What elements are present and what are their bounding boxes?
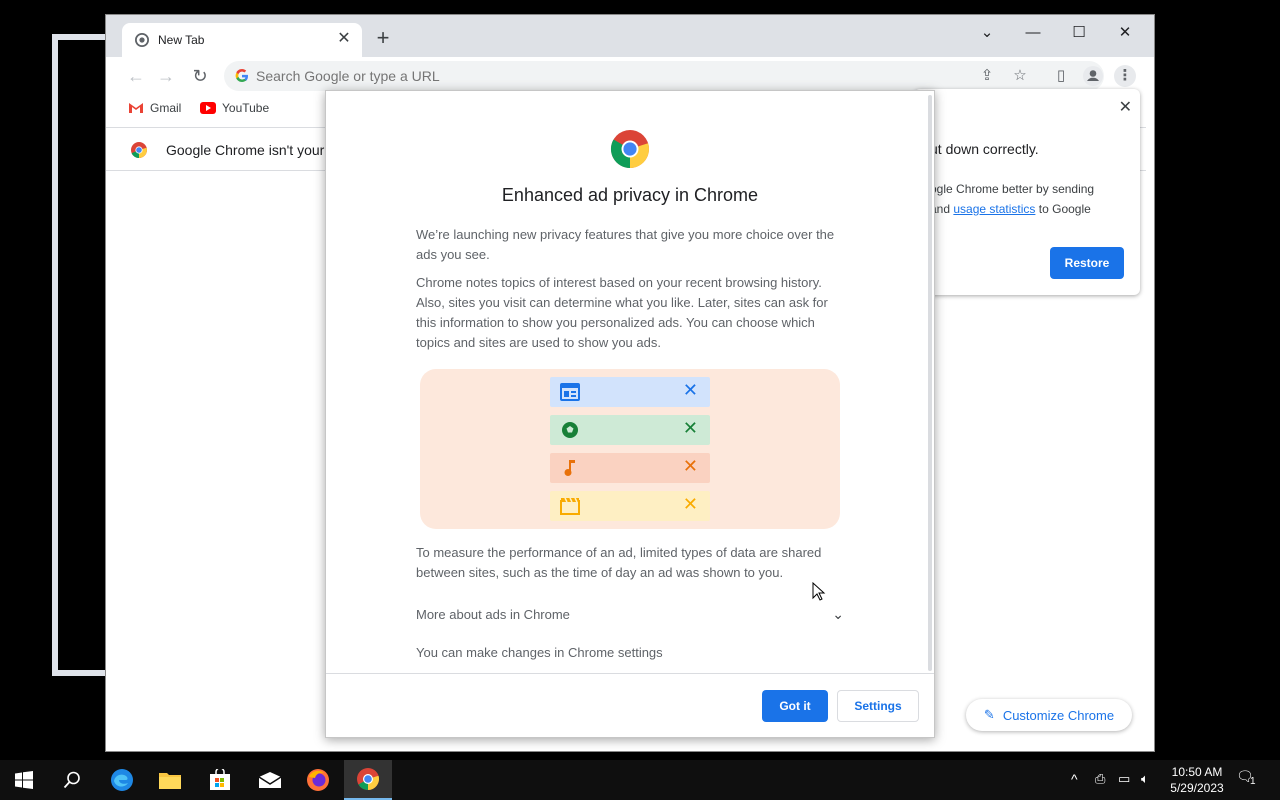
profile-icon[interactable] — [1082, 65, 1104, 87]
taskbar-edge[interactable] — [98, 760, 146, 800]
tab-new-tab[interactable]: New Tab ✕ — [122, 23, 362, 57]
tab-search-icon[interactable]: ⌄ — [964, 19, 1010, 47]
tray-chevron-up-icon[interactable]: ^ — [1071, 771, 1078, 787]
notification-count: 1 — [1250, 776, 1256, 787]
reload-icon[interactable]: ↻ — [188, 65, 212, 89]
tab-strip: New Tab ✕ + ⌄ — ☐ ✕ — [106, 15, 1154, 57]
ad-privacy-dialog: Enhanced ad privacy in Chrome We’re laun… — [325, 90, 935, 738]
remove-topic-icon[interactable]: ✕ — [683, 380, 698, 401]
clock-time: 10:50 AM — [1171, 765, 1223, 779]
got-it-button[interactable]: Got it — [762, 690, 828, 722]
menu-kebab-icon[interactable]: ⋮ — [1114, 65, 1136, 87]
tray-volume-muted-icon[interactable]: 🔈︎ — [1141, 771, 1149, 787]
taskbar-store[interactable] — [196, 760, 244, 800]
topic-row-music: ✕ — [550, 453, 710, 483]
dialog-title: Enhanced ad privacy in Chrome — [501, 185, 759, 205]
background-window[interactable] — [52, 34, 112, 676]
settings-note: You can make changes in Chrome settings — [416, 645, 663, 660]
desktop: New Tab ✕ + ⌄ — ☐ ✕ ← → ↻ ⇪ ☆ ▯ ⋮ — [0, 0, 1280, 760]
folder-icon — [159, 773, 181, 789]
close-window-icon[interactable]: ✕ — [1102, 19, 1148, 47]
restore-pages-bubble: ✕ ut down correctly. ogle Chrome better … — [914, 89, 1140, 295]
action-center-icon[interactable]: 🗨︎ 1 — [1236, 768, 1266, 792]
more-ads-label: More about ads in Chrome — [416, 606, 570, 622]
taskbar: ^ ⎙ ▭ 🔈︎ 10:50 AM 5/29/2023 🗨︎ 1 — [0, 760, 1280, 800]
dialog-paragraph: To measure the performance of an ad, lim… — [416, 545, 822, 580]
taskbar-file-explorer[interactable] — [146, 760, 194, 800]
dialog-paragraph: Chrome notes topics of interest based on… — [416, 275, 828, 350]
restore-body-line: ogle Chrome better by sending — [930, 182, 1095, 196]
bookmark-label: YouTube — [222, 101, 270, 115]
youtube-icon — [200, 102, 216, 114]
restore-body: ogle Chrome better by sending and usage … — [930, 179, 1120, 219]
system-clock[interactable]: 10:50 AM 5/29/2023 — [1162, 764, 1232, 796]
pencil-icon: ✎ — [983, 707, 995, 722]
bookmark-label: Gmail — [150, 101, 182, 115]
music-icon — [564, 460, 575, 476]
remove-topic-icon[interactable]: ✕ — [683, 418, 698, 439]
topic-row-sports: ✕ — [550, 415, 710, 445]
tray-device-icon[interactable]: ⎙ — [1095, 771, 1105, 787]
chrome-icon — [357, 768, 380, 790]
taskbar-chrome-active[interactable] — [344, 760, 392, 800]
topic-row-movies: ✕ — [550, 491, 710, 521]
store-icon — [210, 769, 230, 790]
forward-icon[interactable]: → — [154, 65, 178, 89]
dialog-footer: Got it Settings — [326, 673, 934, 737]
back-icon[interactable]: ← — [124, 65, 148, 89]
sports-icon — [562, 422, 578, 438]
bookmark-star-icon[interactable]: ☆ — [1009, 65, 1031, 87]
dialog-content: Enhanced ad privacy in Chrome We’re laun… — [326, 91, 934, 673]
mail-icon — [258, 772, 282, 788]
customize-chrome-button[interactable]: ✎ Customize Chrome — [966, 699, 1132, 731]
omnibox[interactable]: ⇪ ☆ — [224, 61, 1104, 91]
address-input[interactable] — [256, 61, 956, 91]
chrome-logo-icon — [131, 142, 147, 159]
chrome-logo-icon — [610, 130, 649, 169]
restore-title: ut down correctly. — [930, 141, 1039, 157]
close-icon[interactable]: ✕ — [1119, 97, 1132, 117]
tray-network-icon[interactable]: ▭ — [1118, 771, 1130, 787]
minimize-icon[interactable]: — — [1010, 19, 1056, 47]
customize-label: Customize Chrome — [1002, 707, 1115, 723]
side-panel-icon[interactable]: ▯ — [1050, 65, 1072, 87]
edge-icon — [111, 769, 133, 791]
windows-logo-icon — [15, 771, 33, 789]
search-icon — [63, 771, 80, 789]
news-icon — [560, 383, 580, 401]
search-button[interactable] — [48, 760, 96, 800]
infobar-text: Google Chrome isn't your de — [166, 142, 344, 158]
maximize-icon[interactable]: ☐ — [1056, 19, 1102, 47]
google-g-icon — [235, 69, 248, 82]
more-about-ads-expander[interactable]: More about ads in Chrome ⌄ — [416, 603, 844, 625]
chrome-favicon-icon — [135, 33, 149, 47]
remove-topic-icon[interactable]: ✕ — [683, 494, 698, 515]
remove-topic-icon[interactable]: ✕ — [683, 456, 698, 477]
mouse-cursor-icon — [812, 582, 826, 601]
dialog-paragraph: We’re launching new privacy features tha… — [416, 227, 835, 262]
gmail-icon — [129, 103, 143, 113]
tab-title: New Tab — [158, 33, 205, 47]
clock-date: 5/29/2023 — [1170, 781, 1224, 795]
usage-statistics-link[interactable]: usage statistics — [953, 202, 1035, 216]
restore-button[interactable]: Restore — [1050, 247, 1124, 279]
bookmark-youtube[interactable]: YouTube — [200, 101, 269, 115]
bookmark-gmail[interactable]: Gmail — [128, 101, 181, 115]
chevron-down-icon: ⌄ — [832, 605, 844, 622]
share-icon[interactable]: ⇪ — [976, 65, 998, 87]
taskbar-mail[interactable] — [246, 760, 294, 800]
new-tab-button[interactable]: + — [372, 27, 394, 49]
close-tab-icon[interactable]: ✕ — [334, 29, 354, 49]
topic-row-news: ✕ — [550, 377, 710, 407]
movie-icon — [560, 497, 580, 515]
restore-body-tail: to Google — [1038, 202, 1091, 216]
settings-button[interactable]: Settings — [837, 690, 919, 722]
taskbar-firefox[interactable] — [294, 760, 342, 800]
firefox-icon — [307, 769, 329, 791]
start-button[interactable] — [0, 760, 48, 800]
dialog-scrollbar[interactable] — [928, 95, 932, 671]
topics-illustration: ✕ ✕ ✕ ✕ — [420, 369, 840, 529]
